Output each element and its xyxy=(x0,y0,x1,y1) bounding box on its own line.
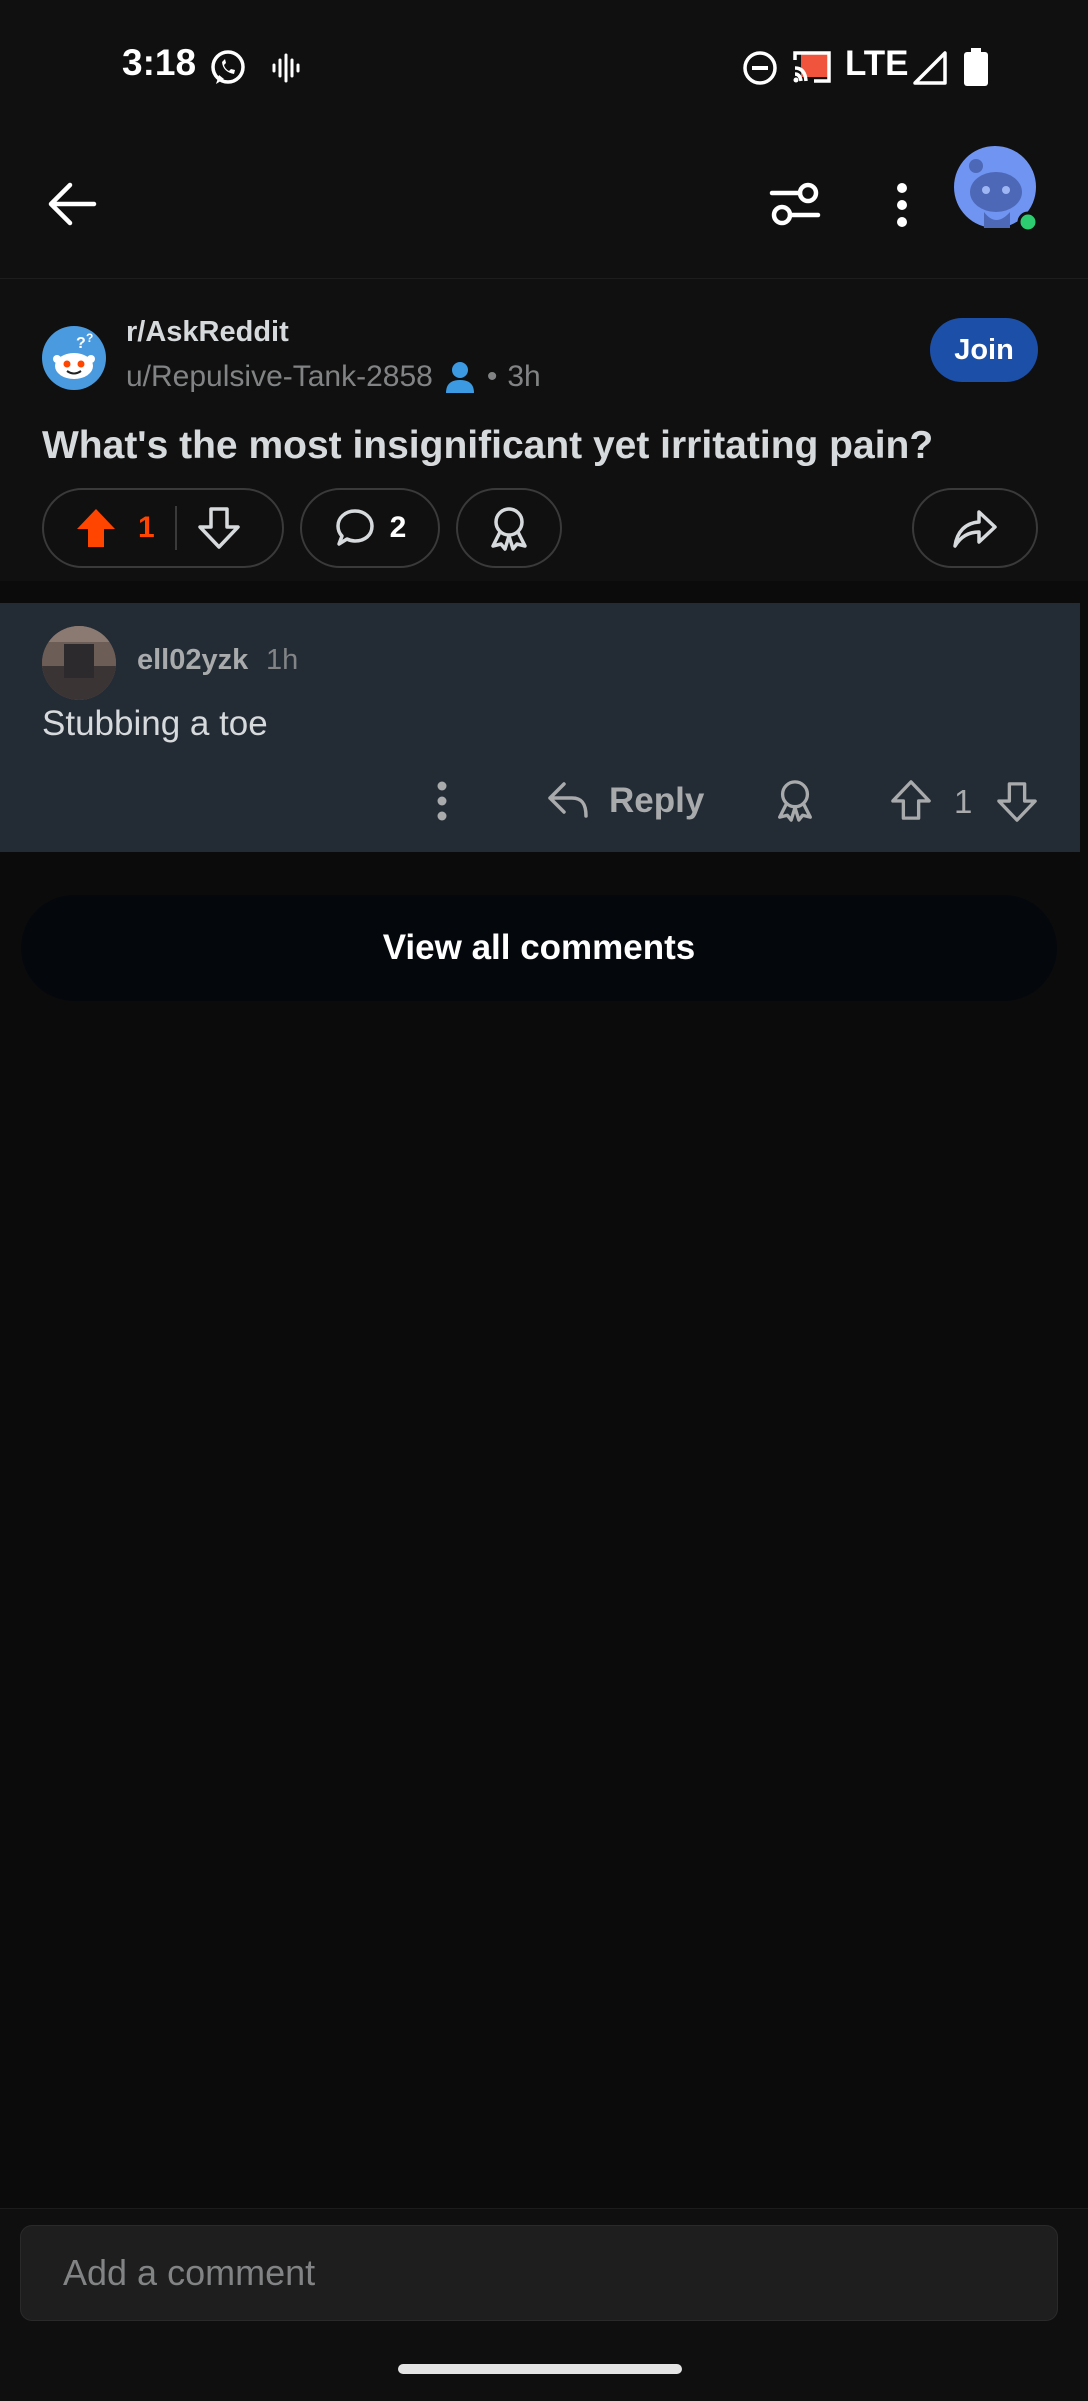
post-meta: u/Repulsive-Tank-2858 • 3h xyxy=(126,360,541,394)
battery-icon xyxy=(964,48,988,86)
comment-upvote-icon[interactable] xyxy=(890,778,932,822)
post-comment-count: 2 xyxy=(389,511,407,544)
comment-bubble-icon xyxy=(334,507,376,549)
comment-author-avatar[interactable] xyxy=(42,626,116,700)
comment-downvote-icon[interactable] xyxy=(996,780,1038,824)
comment-age: 1h xyxy=(266,644,299,676)
home-indicator[interactable] xyxy=(398,2364,682,2374)
user-avatar[interactable] xyxy=(954,146,1040,232)
award-icon xyxy=(487,505,531,551)
svg-text:?: ? xyxy=(86,331,93,345)
user-badge-icon xyxy=(443,360,477,394)
comments-button[interactable]: 2 xyxy=(300,488,440,568)
signal-icon xyxy=(912,50,948,86)
svg-text:?: ? xyxy=(76,335,86,352)
award-button[interactable] xyxy=(456,488,562,568)
post-author[interactable]: u/Repulsive-Tank-2858 xyxy=(126,360,433,394)
comment-author[interactable]: ell02yzk xyxy=(137,644,248,677)
do-not-disturb-icon xyxy=(742,50,778,86)
reply-button[interactable]: Reply xyxy=(609,781,704,821)
upvote-icon[interactable] xyxy=(74,506,118,550)
network-label: LTE xyxy=(845,44,909,83)
share-icon xyxy=(951,506,999,550)
reply-icon[interactable] xyxy=(546,780,590,820)
post-vote-pill: 1 xyxy=(42,488,284,568)
downvote-icon[interactable] xyxy=(197,506,241,550)
comment-vote-count: 1 xyxy=(954,783,973,820)
top-app-bar xyxy=(0,120,1088,279)
subreddit-name[interactable]: r/AskReddit xyxy=(126,316,289,349)
vote-divider xyxy=(174,506,177,550)
status-time: 3:18 xyxy=(122,42,197,83)
share-button[interactable] xyxy=(912,488,1038,568)
view-all-comments-button[interactable]: View all comments xyxy=(21,895,1057,1001)
cast-icon xyxy=(792,48,832,86)
post-title[interactable]: What's the most insignificant yet irrita… xyxy=(42,424,933,468)
whatsapp-icon xyxy=(208,48,248,88)
comment-award-icon[interactable] xyxy=(774,778,816,822)
more-options-icon[interactable] xyxy=(890,182,914,228)
comment-more-icon[interactable] xyxy=(430,780,454,824)
post-age: 3h xyxy=(507,360,541,393)
meta-separator: • xyxy=(486,360,498,393)
back-arrow-icon[interactable] xyxy=(46,180,98,228)
join-button[interactable]: Join xyxy=(930,318,1038,382)
sort-filter-icon[interactable] xyxy=(768,180,822,228)
audio-wave-icon xyxy=(270,52,302,84)
comment-body: Stubbing a toe xyxy=(42,704,268,743)
post-vote-count: 1 xyxy=(138,511,155,544)
add-comment-input[interactable] xyxy=(20,2225,1058,2321)
subreddit-icon[interactable]: ? ? xyxy=(42,326,106,390)
